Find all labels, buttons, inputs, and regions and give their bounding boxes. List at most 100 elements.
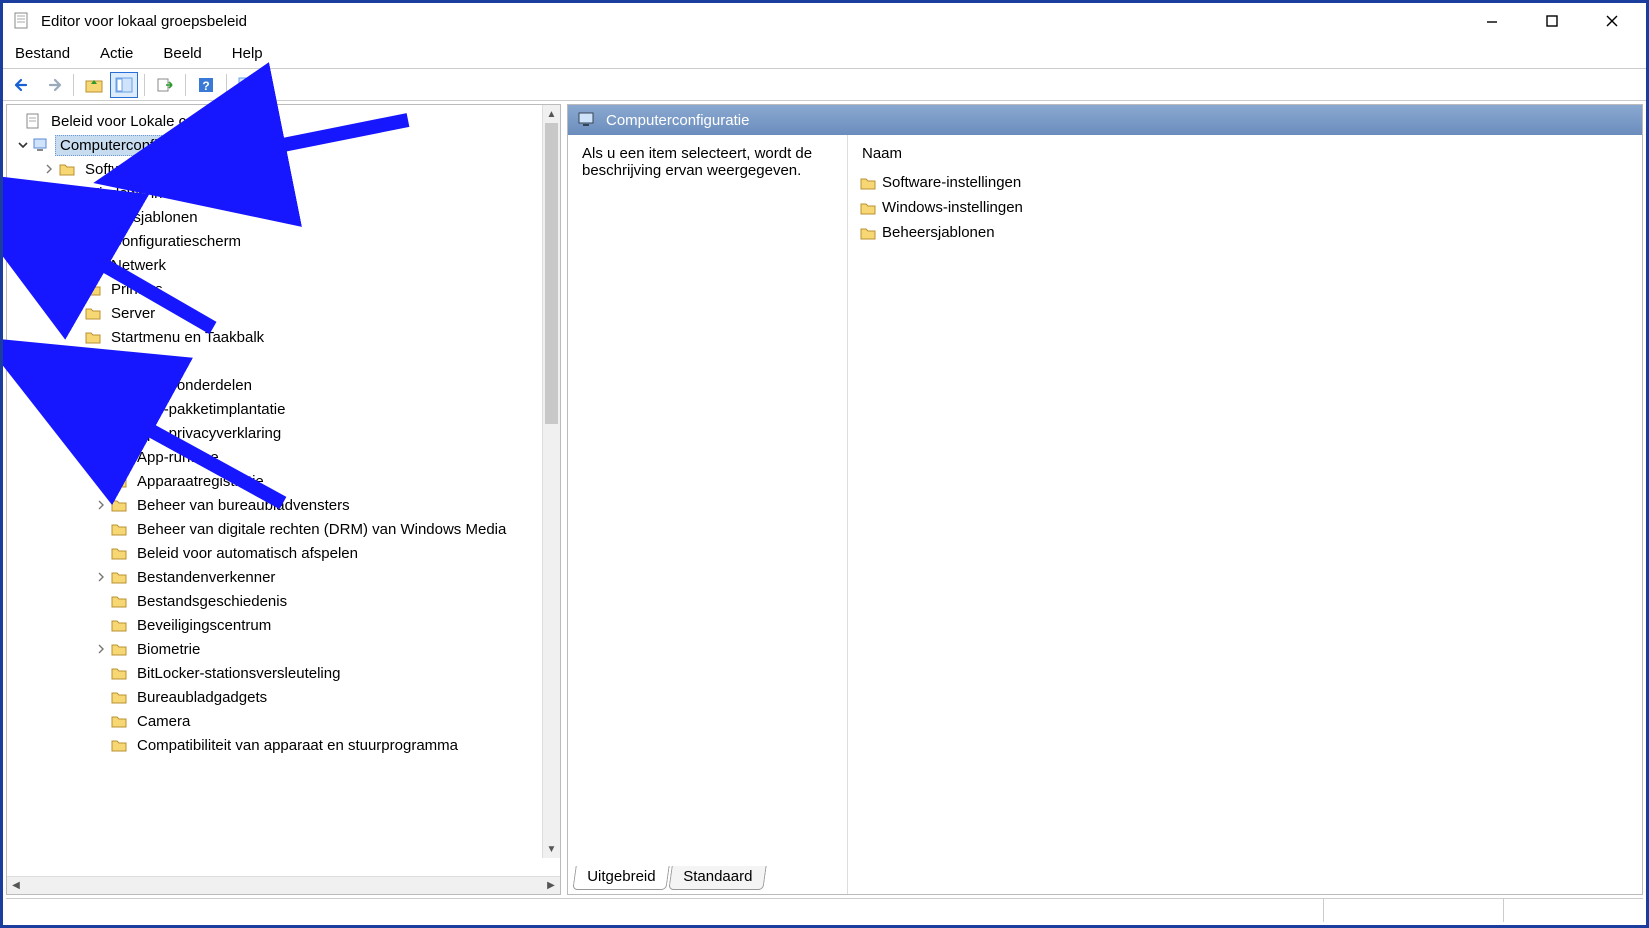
window-title: Editor voor lokaal groepsbeleid (41, 13, 247, 30)
horizontal-scrollbar[interactable]: ◀ ▶ (7, 876, 560, 894)
scroll-right-icon[interactable]: ▶ (542, 877, 560, 894)
list-item-label: Beheersjablonen (882, 224, 995, 241)
policy-tree[interactable]: Beleid voor Lokale computer Computerconf… (7, 105, 560, 761)
minimize-button[interactable] (1462, 3, 1522, 39)
tree-item[interactable]: Bestandsgeschiedenis (7, 589, 560, 613)
tree-windows-instellingen[interactable]: Windows-instellingen (7, 181, 560, 205)
tree-label: Beheersjablonen (81, 208, 202, 227)
vertical-scrollbar[interactable]: ▲ ▼ (542, 105, 560, 858)
tree-windows-onderdelen[interactable]: Windows-onderdelen (7, 373, 560, 397)
tree-item[interactable]: BitLocker-stationsversleuteling (7, 661, 560, 685)
chevron-right-icon[interactable] (93, 644, 109, 654)
tree-item[interactable]: Apparaatregistratie (7, 469, 560, 493)
tree-systeem[interactable]: Systeem (7, 349, 560, 373)
folder-icon (85, 305, 103, 321)
folder-icon (111, 449, 129, 465)
tree-label: Camera (133, 712, 194, 731)
chevron-down-icon[interactable] (41, 212, 57, 222)
tree-server[interactable]: Server (7, 301, 560, 325)
tree-beheersjablonen[interactable]: Beheersjablonen (7, 205, 560, 229)
tree-item[interactable]: Beheer van digitale rechten (DRM) van Wi… (7, 517, 560, 541)
chevron-right-icon[interactable] (93, 500, 109, 510)
scrollbar-thumb[interactable] (545, 123, 558, 424)
menu-actie[interactable]: Actie (96, 43, 137, 64)
details-description: Als u een item selecteert, wordt de besc… (568, 135, 848, 894)
folder-icon (59, 185, 77, 201)
tree-item[interactable]: Beheer van bureaubladvensters (7, 493, 560, 517)
tree-item[interactable]: Beleid voor automatisch afspelen (7, 541, 560, 565)
statusbar (6, 898, 1643, 922)
list-item[interactable]: Beheersjablonen (860, 220, 1630, 245)
tree-software-instellingen[interactable]: Software-instellingen (7, 157, 560, 181)
up-folder-icon[interactable] (80, 72, 108, 98)
list-item[interactable]: Software-instellingen (860, 170, 1630, 195)
list-item[interactable]: Windows-instellingen (860, 195, 1630, 220)
folder-icon (111, 473, 129, 489)
chevron-right-icon[interactable] (67, 236, 83, 246)
details-pane: Computerconfiguratie Als u een item sele… (567, 104, 1643, 895)
tree-label: Bestandenverkenner (133, 568, 279, 587)
tree-label: Computerconfiguratie (55, 135, 208, 156)
tree-item[interactable]: App-runtime (7, 445, 560, 469)
export-list-icon[interactable] (151, 72, 179, 98)
tree-item[interactable]: Biometrie (7, 637, 560, 661)
menu-bestand[interactable]: Bestand (11, 43, 74, 64)
tree-label: Configuratiescherm (107, 232, 245, 251)
folder-icon (111, 593, 129, 609)
folder-icon (860, 226, 876, 240)
chevron-down-icon[interactable] (15, 140, 31, 150)
folder-icon (111, 641, 129, 657)
folder-icon (111, 497, 129, 513)
scroll-up-icon[interactable]: ▲ (543, 105, 560, 123)
tree-item[interactable]: Bestandenverkenner (7, 565, 560, 589)
tree-label: Biometrie (133, 640, 204, 659)
scroll-down-icon[interactable]: ▼ (543, 840, 560, 858)
folder-icon (111, 545, 129, 561)
tree-pane: Beleid voor Lokale computer Computerconf… (6, 104, 561, 895)
menu-beeld[interactable]: Beeld (159, 43, 205, 64)
folder-icon (85, 353, 103, 369)
tree-item[interactable]: Compatibiliteit van apparaat en stuurpro… (7, 733, 560, 757)
folder-icon (85, 329, 103, 345)
folder-icon (860, 201, 876, 215)
titlebar: Editor voor lokaal groepsbeleid (3, 3, 1646, 39)
tree-printers[interactable]: Printers (7, 277, 560, 301)
tree-label: Beleid voor automatisch afspelen (133, 544, 362, 563)
chevron-right-icon[interactable] (67, 260, 83, 270)
menu-help[interactable]: Help (228, 43, 267, 64)
tree-netwerk[interactable]: Netwerk (7, 253, 560, 277)
folder-icon (860, 176, 876, 190)
chevron-right-icon[interactable] (93, 572, 109, 582)
show-hide-tree-icon[interactable] (110, 72, 138, 98)
tree-label: Beheer van bureaubladvensters (133, 496, 354, 515)
close-button[interactable] (1582, 3, 1642, 39)
list-item-label: Software-instellingen (882, 174, 1021, 191)
tree-configuratiescherm[interactable]: Configuratiescherm (7, 229, 560, 253)
maximize-button[interactable] (1522, 3, 1582, 39)
chevron-right-icon[interactable] (67, 356, 83, 366)
tab-standaard[interactable]: Standaard (669, 866, 768, 890)
tree-label: App-runtime (133, 448, 223, 467)
scroll-left-icon[interactable]: ◀ (7, 877, 25, 894)
filter-icon[interactable] (233, 72, 261, 98)
tree-item[interactable]: App-privacyverklaring (7, 421, 560, 445)
chevron-down-icon[interactable] (67, 380, 83, 390)
details-list: Naam Software-instellingen Windows-inste… (848, 135, 1642, 894)
chevron-right-icon[interactable] (41, 164, 57, 174)
tree-startmenu[interactable]: Startmenu en Taakbalk (7, 325, 560, 349)
tree-item[interactable]: Beveiligingscentrum (7, 613, 560, 637)
tree-root[interactable]: Beleid voor Lokale computer (7, 109, 560, 133)
tree-computerconfiguratie[interactable]: Computerconfiguratie (7, 133, 560, 157)
tree-item[interactable]: App-pakketimplantatie (7, 397, 560, 421)
chevron-right-icon[interactable] (41, 188, 57, 198)
svg-text:?: ? (202, 79, 209, 93)
tree-item[interactable]: Bureaubladgadgets (7, 685, 560, 709)
tree-label: App-pakketimplantatie (133, 400, 289, 419)
help-icon[interactable]: ? (192, 72, 220, 98)
tab-uitgebreid[interactable]: Uitgebreid (572, 866, 670, 890)
nav-forward-icon[interactable] (39, 72, 67, 98)
tree-item[interactable]: Camera (7, 709, 560, 733)
column-header-name[interactable]: Naam (860, 141, 1630, 170)
nav-back-icon[interactable] (9, 72, 37, 98)
computer-icon (33, 137, 51, 153)
